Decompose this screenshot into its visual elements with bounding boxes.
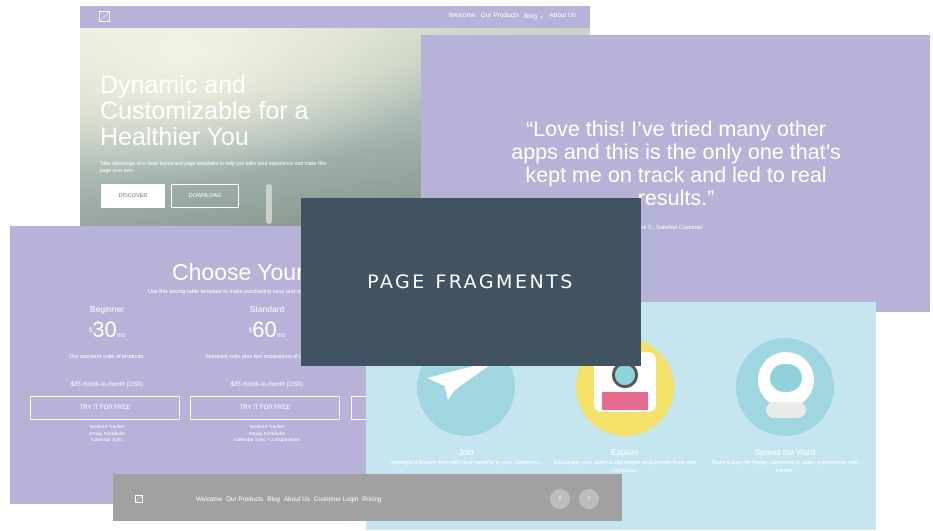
plan-feature: Calendar Sync + 2 Expansions [234,438,300,443]
footer-link-welcome[interactable]: Welcome [196,496,222,503]
twitter-icon[interactable]: t [579,489,599,509]
page-fragments-overlay: PAGE FRAGMENTS [301,198,641,366]
chevron-down-icon: ⌄ [538,13,545,20]
feature-spread: Spread the Word Make it easy for happy c… [710,338,860,475]
plan-features: Workout Tracker Group Scheduler Calendar… [192,425,342,445]
yoga-person-figure [266,184,272,224]
plan-price: $30mo [32,318,182,348]
footer-link-products[interactable]: Our Products [226,496,263,503]
plan-description: Our standard suite of products. [69,354,145,360]
nav-link-products[interactable]: Our Products [481,12,519,20]
facebook-icon[interactable]: f [550,489,570,509]
logo-icon[interactable] [135,495,143,503]
feature-title: Explore [611,448,639,457]
camera-photo-strip [602,392,648,410]
feature-circle [736,338,834,436]
footer-link-about[interactable]: About Us [284,496,310,503]
footer-link-login[interactable]: Customer Login [314,496,358,503]
hero-subtext: Take advantage of a clean layout and pag… [100,161,326,174]
plan-feature: Calendar Sync [91,438,123,443]
testimonial-author: Jack S., Satisfied Customer [635,225,703,231]
plan-amount: 60 [252,317,277,342]
plan-card-beginner: Beginner $30mo Our standard suite of pro… [30,304,182,443]
feature-description: Encourage your users to dig deeper and p… [553,460,697,474]
helmet-visor [770,364,802,392]
footer-fragment: Welcome Our Products Blog About Us Custo… [113,474,622,521]
helmet-base [766,402,806,418]
testimonial-quote: “Love this! I’ve tried many other apps a… [511,117,841,210]
feature-title: Join [458,448,474,457]
download-button[interactable]: DOWNLOAD [171,184,239,208]
nav-link-about[interactable]: About Us [549,12,576,20]
feature-description: Make it easy for happy customers to shar… [711,460,859,474]
nav-link-blog[interactable]: Blog ⌄ [524,12,544,20]
plan-billing: $35 month-to-month (USD) [70,382,144,388]
footer-link-blog[interactable]: Blog [267,496,280,503]
plan-billing: $35 month-to-month (USD) [230,382,304,388]
discover-button[interactable]: DISCOVER [101,184,165,208]
hero-nav-links: Welcome Our Products Blog ⌄ About Us [449,12,576,20]
plan-amount: 30 [92,317,117,342]
plan-period: mo [116,333,126,339]
plan-period: mo [276,333,286,339]
footer-link-pricing[interactable]: Pricing [362,496,381,503]
logo-icon[interactable] [99,11,110,22]
try-free-button[interactable]: TRY IT FOR FREE [190,396,340,420]
try-free-button[interactable]: TRY IT FOR FREE [30,396,180,420]
nav-link-welcome[interactable]: Welcome [449,12,476,20]
footer-links: Welcome Our Products Blog About Us Custo… [196,496,381,503]
plan-name: Beginner [89,304,125,314]
overlay-title: PAGE FRAGMENTS [367,271,575,293]
feature-description: Highlight a feature here with clear bene… [391,460,541,466]
nav-link-blog-label: Blog [523,13,537,20]
astronaut-helmet-icon [758,352,814,418]
hero-navbar: Welcome Our Products Blog ⌄ About Us [80,6,590,28]
plan-features: Workout Tracker Group Scheduler Calendar… [32,425,182,445]
hero-heading: Dynamic and Customizable for a Healthier… [100,71,309,151]
feature-title: Spread the Word [754,448,816,457]
paper-plane-icon [427,360,497,400]
